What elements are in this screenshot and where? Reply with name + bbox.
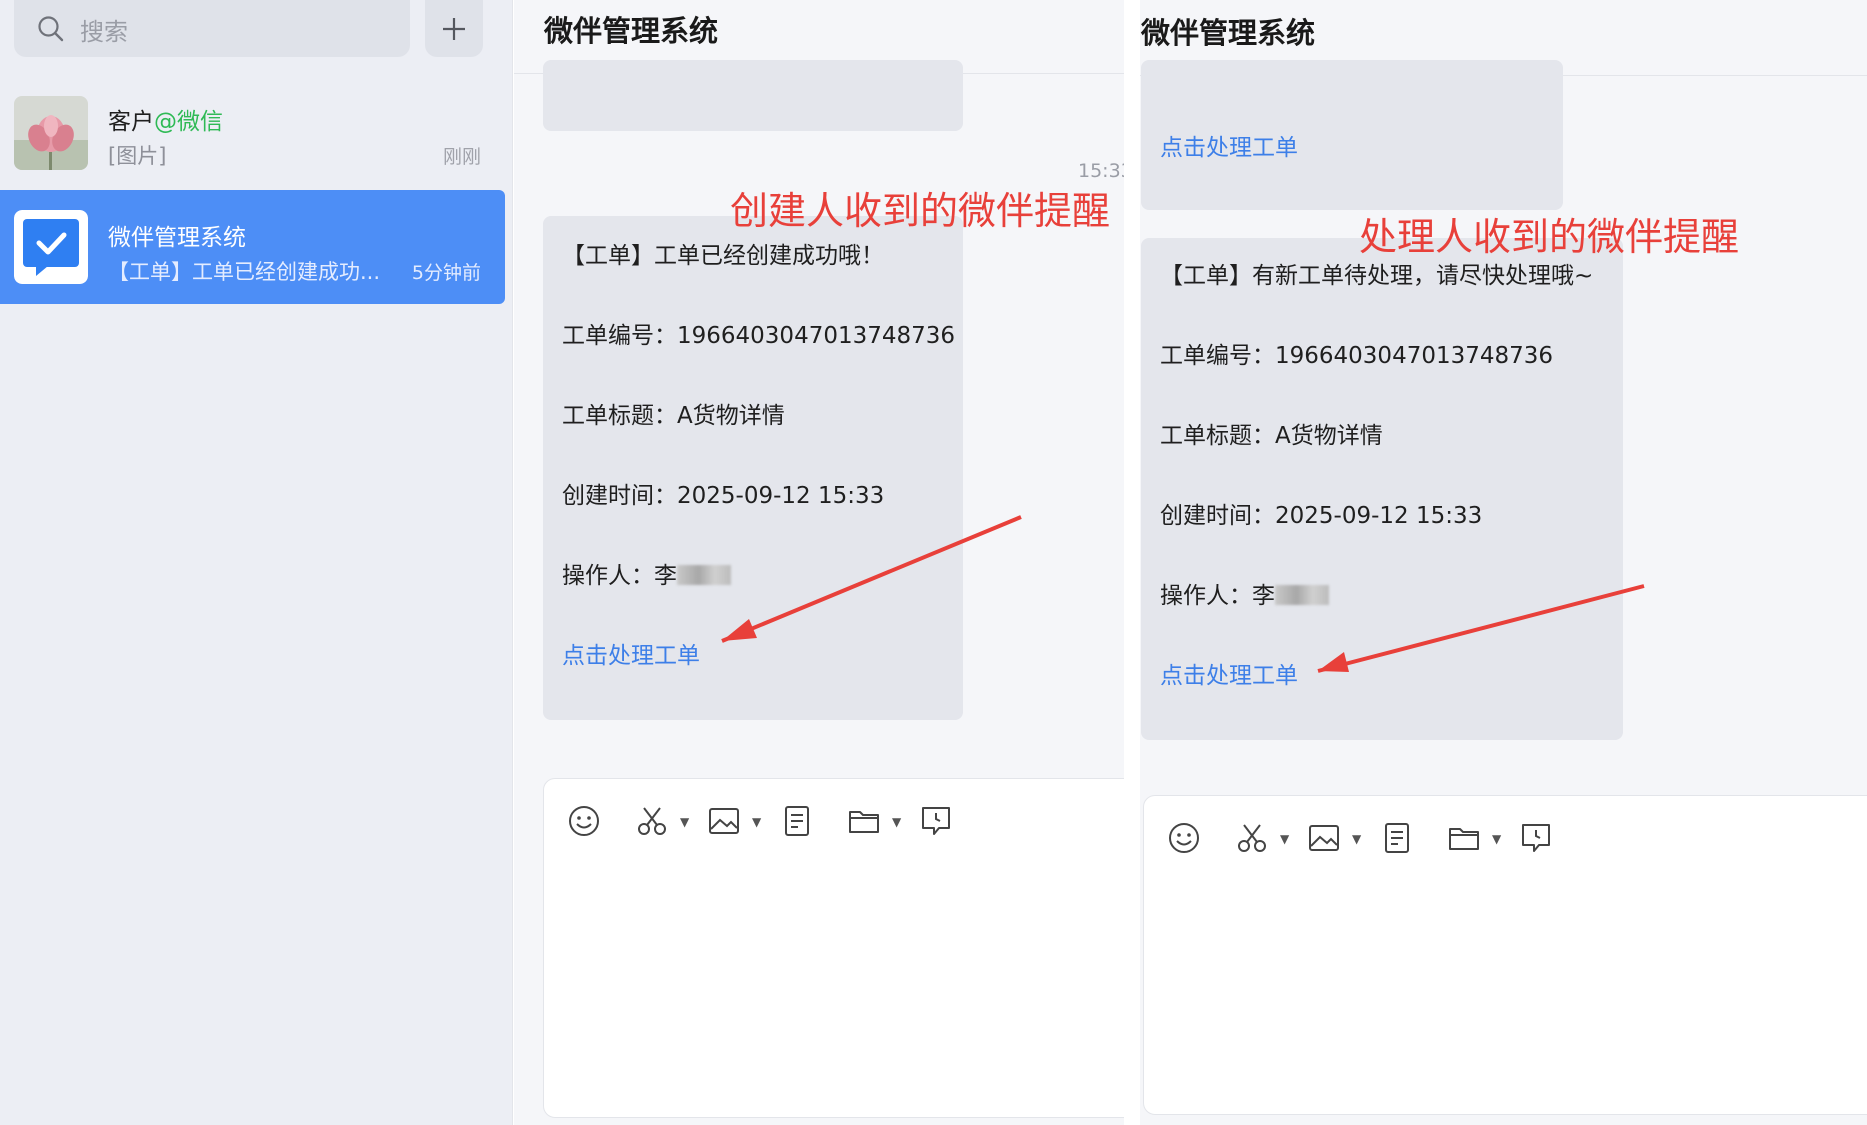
chevron-down-icon[interactable]: ▼ [1352, 832, 1361, 846]
screenshot-button[interactable] [1232, 816, 1272, 860]
search-icon [38, 16, 64, 42]
add-button[interactable] [425, 0, 483, 57]
ticket-message-bubble: 【工单】工单已经创建成功哦！ 工单编号：1966403047013748736 … [543, 216, 963, 720]
operator-label: 操作人：李 [562, 563, 677, 589]
image-icon [1309, 825, 1339, 851]
image-button[interactable] [1304, 816, 1344, 860]
process-ticket-link-previous[interactable]: 点击处理工单 [1160, 128, 1298, 162]
search-box[interactable]: 搜索 [14, 0, 410, 57]
conversation-item-weiban[interactable]: 微伴管理系统 【工单】工单已经创建成功... 5分钟前 [0, 190, 505, 304]
conversation-item-customer[interactable]: 客户@微信 [图片] 刚刚 [0, 80, 505, 180]
emoji-button[interactable] [564, 799, 604, 843]
redacted-name [677, 565, 731, 585]
conversation-name: 微伴管理系统 [108, 225, 246, 251]
folder-icon [1449, 828, 1479, 850]
conversation-name: 客户@微信 [108, 102, 223, 136]
message-composer[interactable]: ▼ ▼ ▼ [543, 778, 1124, 1118]
conversation-time: 刚刚 [442, 146, 481, 168]
sidebar: 搜索 客户@微信 [图片] 刚刚 微伴管理系统 【工单】工单已经创建成功... … [0, 0, 513, 1125]
chat-title: 微伴管理系统 [1141, 16, 1316, 50]
ticket-operator: 操作人：李 [1160, 576, 1329, 610]
chevron-down-icon[interactable]: ▼ [1492, 832, 1501, 846]
ticket-created-time: 创建时间：2025-09-12 15:33 [562, 483, 885, 509]
ticket-number: 工单编号：1966403047013748736 [562, 323, 956, 349]
document-button[interactable] [777, 799, 817, 843]
message-title: 【工单】工单已经创建成功哦！ [562, 243, 884, 269]
previous-message-bubble: 点击处理工单 [1141, 60, 1563, 210]
ticket-created-time: 创建时间：2025-09-12 15:33 [1160, 503, 1483, 529]
chat-history-icon [922, 807, 950, 835]
conversation-time: 5分钟前 [411, 262, 481, 284]
image-button[interactable] [704, 799, 744, 843]
checkmark-chat-icon [14, 210, 88, 284]
conversation-preview: [图片] [108, 144, 167, 168]
message-title: 【工单】有新工单待处理，请尽快处理哦~ [1160, 263, 1594, 289]
folder-icon [849, 811, 879, 833]
chat-history-icon [1522, 824, 1550, 852]
wechat-tag: @微信 [154, 109, 223, 135]
message-timestamp: 15:33 [1078, 160, 1124, 182]
document-button[interactable] [1377, 816, 1417, 860]
emoji-icon [1169, 823, 1199, 853]
scissors-icon [638, 807, 666, 835]
search-input[interactable]: 搜索 [80, 12, 128, 47]
chevron-down-icon[interactable]: ▼ [1280, 832, 1289, 846]
ticket-operator: 操作人：李 [562, 556, 731, 590]
chat-pane-handler: 微伴管理系统 点击处理工单 【工单】有新工单待处理，请尽快处理哦~ 工单编号：1… [1140, 0, 1867, 1125]
emoji-icon [569, 806, 599, 836]
avatar [14, 210, 88, 284]
screenshot-root: 搜索 客户@微信 [图片] 刚刚 微伴管理系统 【工单】工单已经创建成功... … [0, 0, 1867, 1125]
annotation-label: 创建人收到的微伴提醒 [730, 189, 1111, 233]
document-icon [785, 806, 809, 836]
screenshot-button[interactable] [632, 799, 672, 843]
ticket-title: 工单标题：A货物详情 [1160, 423, 1383, 449]
lotus-avatar-image [14, 96, 88, 170]
plus-icon [443, 18, 465, 40]
chat-history-button[interactable] [916, 799, 956, 843]
chevron-down-icon[interactable]: ▼ [680, 815, 689, 829]
chat-pane-creator: 微伴管理系统 15:33 【工单】工单已经创建成功哦！ 工单编号：1966403… [514, 0, 1124, 1125]
chevron-down-icon[interactable]: ▼ [752, 815, 761, 829]
ticket-title: 工单标题：A货物详情 [562, 403, 785, 429]
conversation-preview: 【工单】工单已经创建成功... [108, 260, 381, 284]
scissors-icon [1238, 824, 1266, 852]
emoji-button[interactable] [1164, 816, 1204, 860]
operator-label: 操作人：李 [1160, 583, 1275, 609]
avatar [14, 96, 88, 170]
folder-button[interactable] [844, 799, 884, 843]
process-ticket-link[interactable]: 点击处理工单 [1160, 656, 1298, 690]
ticket-message-bubble: 【工单】有新工单待处理，请尽快处理哦~ 工单编号：196640304701374… [1141, 238, 1623, 740]
chat-history-button[interactable] [1516, 816, 1556, 860]
ticket-number: 工单编号：1966403047013748736 [1160, 343, 1554, 369]
annotation-label: 处理人收到的微伴提醒 [1359, 215, 1740, 259]
document-icon [1385, 823, 1409, 853]
previous-message-bubble [543, 60, 963, 131]
contact-name: 客户 [108, 109, 154, 135]
chevron-down-icon[interactable]: ▼ [892, 815, 901, 829]
chat-title: 微伴管理系统 [544, 14, 719, 48]
redacted-name [1275, 585, 1329, 605]
image-icon [709, 808, 739, 834]
process-ticket-link[interactable]: 点击处理工单 [562, 636, 700, 670]
folder-button[interactable] [1444, 816, 1484, 860]
pane-divider [1124, 0, 1140, 1125]
message-composer[interactable]: ▼ ▼ ▼ [1143, 795, 1867, 1115]
